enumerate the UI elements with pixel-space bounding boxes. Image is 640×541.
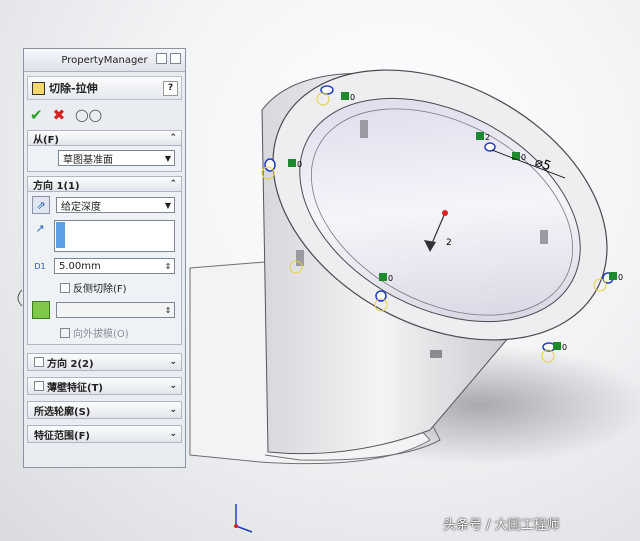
detailed-preview-icon[interactable]: ◯◯ <box>75 108 102 122</box>
from-select[interactable]: 草图基准面 ▼ <box>58 150 175 166</box>
depth-value: 5.00mm <box>59 260 101 272</box>
section-direction2[interactable]: 方向 2(2) ⌄ <box>27 353 182 371</box>
spin-arrows-icon[interactable]: ⇕ <box>162 306 174 315</box>
relation-marker-icon[interactable] <box>553 342 561 350</box>
section-from-body: 草图基准面 ▼ <box>27 146 182 172</box>
inner-tab <box>540 230 548 244</box>
cut-extrude-icon <box>32 81 45 95</box>
ok-check-icon[interactable]: ✔ <box>30 106 43 124</box>
help-icon[interactable]: ? <box>163 80 178 96</box>
relation-marker-label: 0 <box>562 343 567 352</box>
section-from-label: 从(F) <box>33 134 59 146</box>
property-manager: PropertyManager 切除-拉伸 ? ✔ ✖ ◯◯ 从(F) ⌃ 草图… <box>23 48 186 468</box>
feature-header: 切除-拉伸 ? <box>27 76 182 100</box>
section-direction1-body: ⇗ 给定深度 ▼ ↗ D1 5.00mm ⇕ 反侧切除(F) ⇕ 向外拔模(O) <box>27 192 182 345</box>
end-condition-select[interactable]: 给定深度 ▼ <box>56 197 175 213</box>
relation-marker-label: 0 <box>388 274 393 283</box>
relation-marker-icon[interactable] <box>379 273 387 281</box>
relation-marker-label: 0 <box>618 273 623 282</box>
expand-down-icon[interactable]: ⌄ <box>169 405 177 415</box>
section-thin-feature[interactable]: 薄壁特征(T) ⌄ <box>27 377 182 395</box>
property-manager-title-bar: PropertyManager <box>24 49 185 72</box>
collapse-up-icon[interactable]: ⌃ <box>169 133 177 143</box>
action-bar: ✔ ✖ ◯◯ <box>24 100 185 130</box>
edge-stub <box>17 289 23 307</box>
from-select-value: 草图基准面 <box>63 154 113 166</box>
watermark: 头条号 / 大国工程师 <box>443 518 560 533</box>
depth-icon: D1 <box>34 261 46 271</box>
section-direction1-header[interactable]: 方向 1(1) ⌃ <box>27 176 182 192</box>
flip-side-checkbox[interactable] <box>60 282 70 293</box>
relation-marker-icon[interactable] <box>476 132 484 140</box>
spin-arrows-icon[interactable]: ⇕ <box>162 262 174 271</box>
relation-marker-label: 0 <box>297 160 302 169</box>
relation-marker-icon[interactable] <box>341 92 349 100</box>
draft-outward-checkbox[interactable] <box>60 327 70 338</box>
section-selected-contours[interactable]: 所选轮廓(S) ⌄ <box>27 401 182 419</box>
draft-icon[interactable] <box>32 301 50 319</box>
triad-origin <box>234 524 238 528</box>
expand-down-icon[interactable]: ⌄ <box>169 381 177 391</box>
draft-angle-input[interactable]: ⇕ <box>56 302 175 318</box>
dock-icon[interactable] <box>170 53 181 64</box>
relation-marker-label: 0 <box>521 153 526 162</box>
bolt-hole[interactable] <box>484 142 496 152</box>
end-condition-value: 给定深度 <box>61 201 101 213</box>
section-from-header[interactable]: 从(F) ⌃ <box>27 130 182 146</box>
expand-down-icon[interactable]: ⌄ <box>169 357 177 367</box>
chevron-down-icon[interactable]: ▼ <box>162 154 174 163</box>
direction-vector-icon: ↗ <box>35 221 45 235</box>
inner-tab <box>296 250 304 266</box>
section-thin-feature-label: 薄壁特征(T) <box>47 382 103 394</box>
section-direction1-label: 方向 1(1) <box>33 180 80 192</box>
flip-side-label: 反侧切除(F) <box>73 284 127 295</box>
section-selected-contours-label: 所选轮廓(S) <box>34 406 91 418</box>
reverse-direction-icon[interactable]: ⇗ <box>32 196 50 214</box>
triad-x-axis <box>235 525 253 533</box>
bolt-hole[interactable] <box>264 158 276 172</box>
draft-outward-label: 向外拔模(O) <box>73 329 129 340</box>
direction2-checkbox[interactable] <box>34 357 44 367</box>
section-feature-scope[interactable]: 特征范围(F) ⌄ <box>27 425 182 443</box>
extrude-handle[interactable] <box>442 210 448 216</box>
expand-down-icon[interactable]: ⌄ <box>169 429 177 439</box>
relation-marker-icon[interactable] <box>288 159 296 167</box>
depth-input[interactable]: 5.00mm ⇕ <box>54 258 175 274</box>
thin-feature-checkbox[interactable] <box>34 381 44 391</box>
direction-vector-selection <box>56 222 65 248</box>
cancel-x-icon[interactable]: ✖ <box>53 106 66 124</box>
chevron-down-icon[interactable]: ▼ <box>162 201 174 210</box>
pin-icon[interactable] <box>156 53 167 64</box>
property-manager-title: PropertyManager <box>61 54 148 66</box>
relation-marker-label: 0 <box>350 93 355 102</box>
section-feature-scope-label: 特征范围(F) <box>34 430 90 442</box>
feature-title: 切除-拉伸 <box>49 82 98 95</box>
section-direction2-label: 方向 2(2) <box>47 358 94 370</box>
inner-tab <box>430 350 442 358</box>
extrude-label: 2 <box>446 238 452 248</box>
direction-vector-field[interactable] <box>54 220 175 252</box>
relation-marker-icon[interactable] <box>609 272 617 280</box>
collapse-up-icon[interactable]: ⌃ <box>169 179 177 189</box>
relation-marker-label: 2 <box>485 133 490 142</box>
inner-tab <box>360 120 368 138</box>
